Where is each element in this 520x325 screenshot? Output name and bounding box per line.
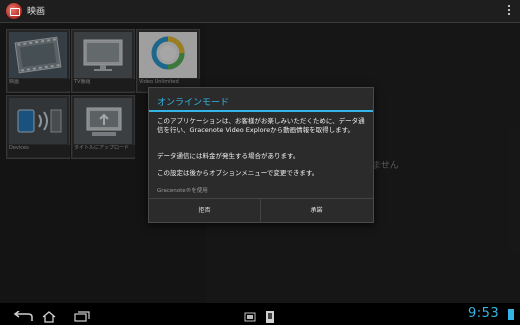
battery-icon (508, 309, 514, 320)
back-icon[interactable] (12, 308, 34, 325)
dialog-message-charges: データ通信には料金が発生する場合があります。 (157, 152, 300, 160)
screenshot-icon[interactable] (244, 308, 256, 325)
decline-button[interactable]: 拒否 (149, 199, 261, 223)
home-icon[interactable] (42, 308, 56, 325)
dialog-title-divider (149, 110, 373, 112)
dialog-message-main: このアプリケーションは、お客様がお楽しみいただくために、データ通信を行い、Gra… (157, 117, 365, 134)
online-mode-dialog: オンラインモード このアプリケーションは、お客様がお楽しみいただくために、データ… (148, 87, 374, 223)
notification-icon[interactable] (266, 308, 274, 325)
overflow-menu-icon[interactable] (508, 5, 511, 17)
recent-apps-icon[interactable] (74, 308, 90, 325)
accept-button[interactable]: 承諾 (261, 199, 372, 223)
gracenote-credit: Gracenote®を使用 (157, 188, 208, 194)
app-title: 映画 (27, 7, 46, 17)
tablet-screen: 映画 映画 TV番組 Video Unlimited Devices タイトルに… (0, 0, 520, 325)
dialog-button-row: 拒否 承諾 (149, 198, 373, 223)
dialog-title: オンラインモード (157, 98, 230, 108)
action-bar: 映画 (0, 0, 520, 23)
dialog-message-settings: この設定は後からオプションメニューで変更できます。 (157, 169, 319, 177)
status-clock[interactable]: 9:53 (468, 306, 499, 321)
film-reel-icon[interactable] (6, 3, 22, 19)
system-navigation-bar: 9:53 (0, 303, 520, 325)
